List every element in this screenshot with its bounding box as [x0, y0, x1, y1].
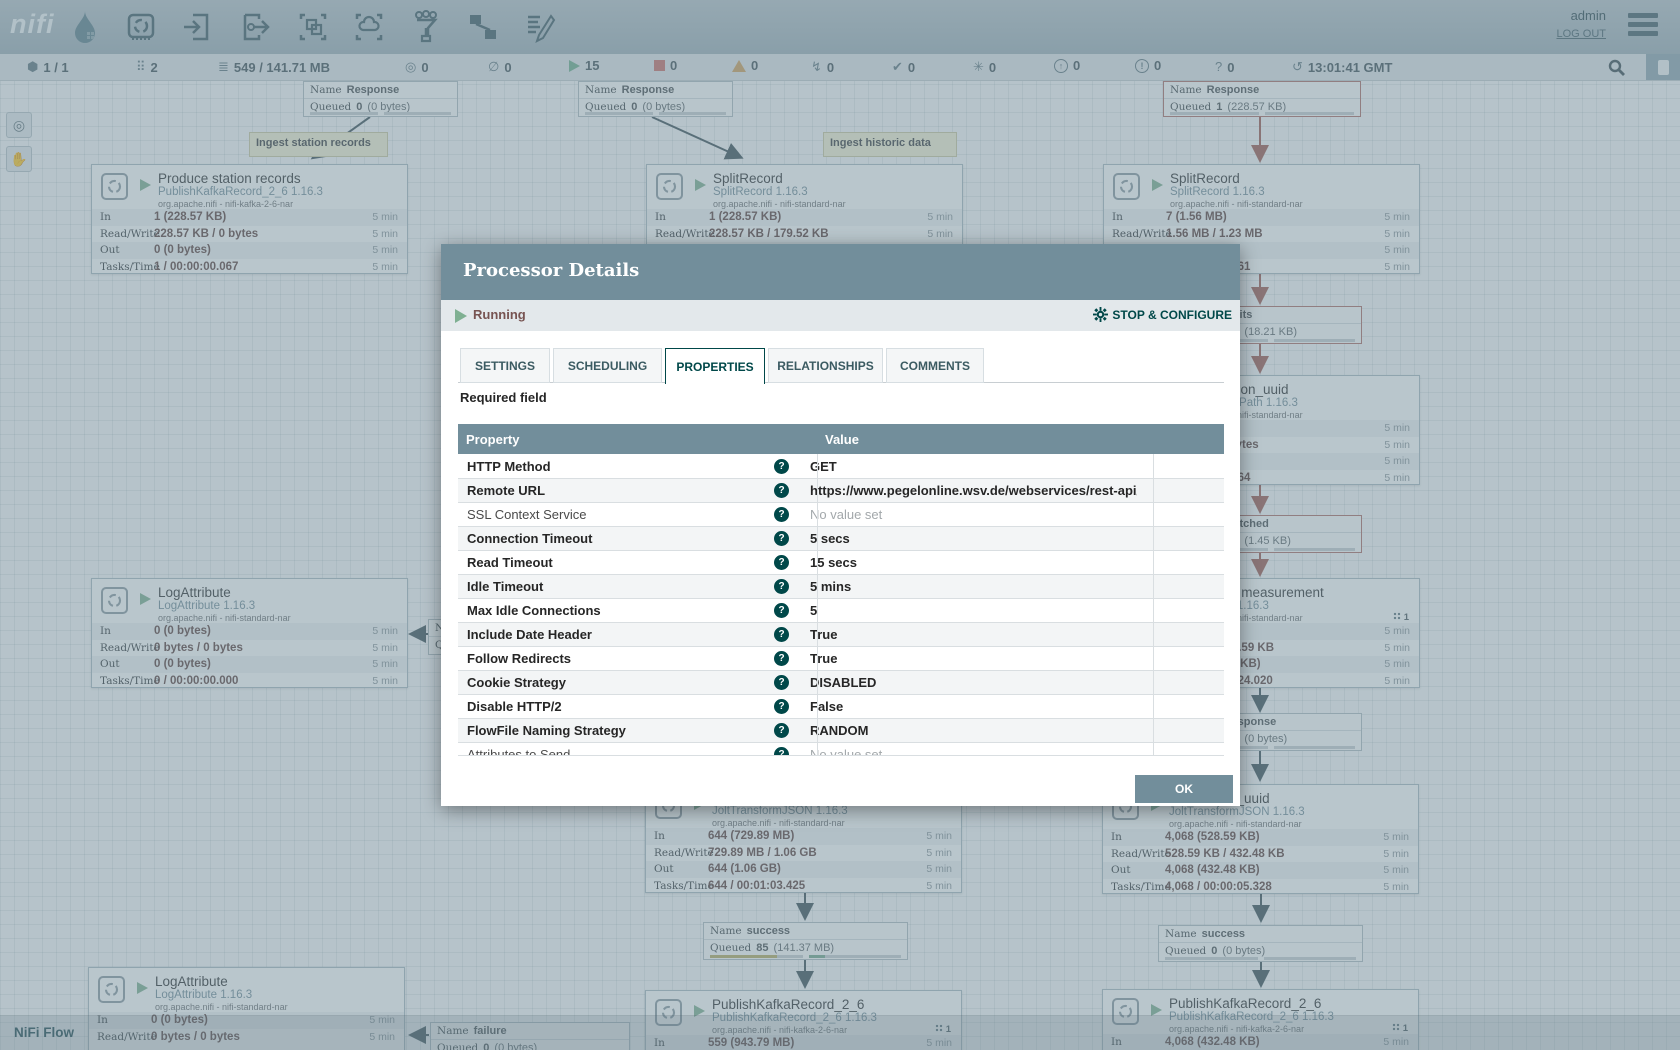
dialog-tabs: SETTINGS SCHEDULING PROPERTIES RELATIONS…	[460, 348, 984, 384]
property-column-header: Property	[458, 432, 817, 447]
help-icon[interactable]: ?	[774, 459, 789, 474]
help-icon[interactable]: ?	[774, 507, 789, 522]
property-row[interactable]: HTTP Method?GET	[458, 454, 1224, 478]
property-row[interactable]: Connection Timeout?5 secs	[458, 526, 1224, 550]
running-status-icon	[455, 309, 467, 323]
tab-settings[interactable]: SETTINGS	[460, 348, 550, 383]
property-row[interactable]: Max Idle Connections?5	[458, 598, 1224, 622]
property-row[interactable]: Remote URL?https://www.pegelonline.wsv.d…	[458, 478, 1224, 502]
help-icon[interactable]: ?	[774, 627, 789, 642]
required-field-label: Required field	[460, 390, 547, 405]
help-icon[interactable]: ?	[774, 555, 789, 570]
stop-and-configure-button[interactable]: STOP & CONFIGURE	[1093, 307, 1232, 322]
tab-comments[interactable]: COMMENTS	[886, 348, 984, 383]
nifi-application: Ingest station records Ingest historic d…	[0, 0, 1680, 1050]
property-row[interactable]: SSL Context Service?No value set	[458, 502, 1224, 526]
help-icon[interactable]: ?	[774, 723, 789, 738]
property-row[interactable]: Disable HTTP/2?False	[458, 694, 1224, 718]
processor-details-dialog: Processor Details Running STOP & CONFIGU…	[441, 244, 1240, 806]
column-divider	[817, 454, 818, 755]
table-body: HTTP Method?GET Remote URL?https://www.p…	[458, 454, 1224, 756]
property-row[interactable]: Read Timeout?15 secs	[458, 550, 1224, 574]
help-icon[interactable]: ?	[774, 747, 789, 756]
properties-table: Property Value HTTP Method?GET Remote UR…	[458, 424, 1224, 756]
property-row[interactable]: Cookie Strategy?DISABLED	[458, 670, 1224, 694]
help-icon[interactable]: ?	[774, 531, 789, 546]
tab-relationships[interactable]: RELATIONSHIPS	[768, 348, 883, 383]
property-row[interactable]: Follow Redirects?True	[458, 646, 1224, 670]
value-column-header: Value	[817, 432, 859, 447]
property-row[interactable]: FlowFile Naming Strategy?RANDOM	[458, 718, 1224, 742]
tab-scheduling[interactable]: SCHEDULING	[553, 348, 662, 383]
gear-icon	[1093, 307, 1108, 322]
property-row[interactable]: Idle Timeout?5 mins	[458, 574, 1224, 598]
tab-properties[interactable]: PROPERTIES	[665, 348, 765, 384]
help-icon[interactable]: ?	[774, 699, 789, 714]
property-row[interactable]: Include Date Header?True	[458, 622, 1224, 646]
column-divider	[1153, 454, 1154, 755]
ok-button[interactable]: OK	[1135, 775, 1233, 803]
help-icon[interactable]: ?	[774, 579, 789, 594]
dialog-header: Processor Details	[441, 244, 1240, 300]
run-status-bar: Running STOP & CONFIGURE	[441, 300, 1240, 331]
dialog-title: Processor Details	[463, 260, 639, 281]
stop-and-configure-label: STOP & CONFIGURE	[1112, 308, 1232, 322]
table-header: Property Value	[458, 424, 1224, 454]
help-icon[interactable]: ?	[774, 651, 789, 666]
property-row[interactable]: Attributes to Send?No value set	[458, 742, 1224, 756]
running-status-text: Running	[473, 307, 526, 322]
help-icon[interactable]: ?	[774, 483, 789, 498]
help-icon[interactable]: ?	[774, 603, 789, 618]
help-icon[interactable]: ?	[774, 675, 789, 690]
